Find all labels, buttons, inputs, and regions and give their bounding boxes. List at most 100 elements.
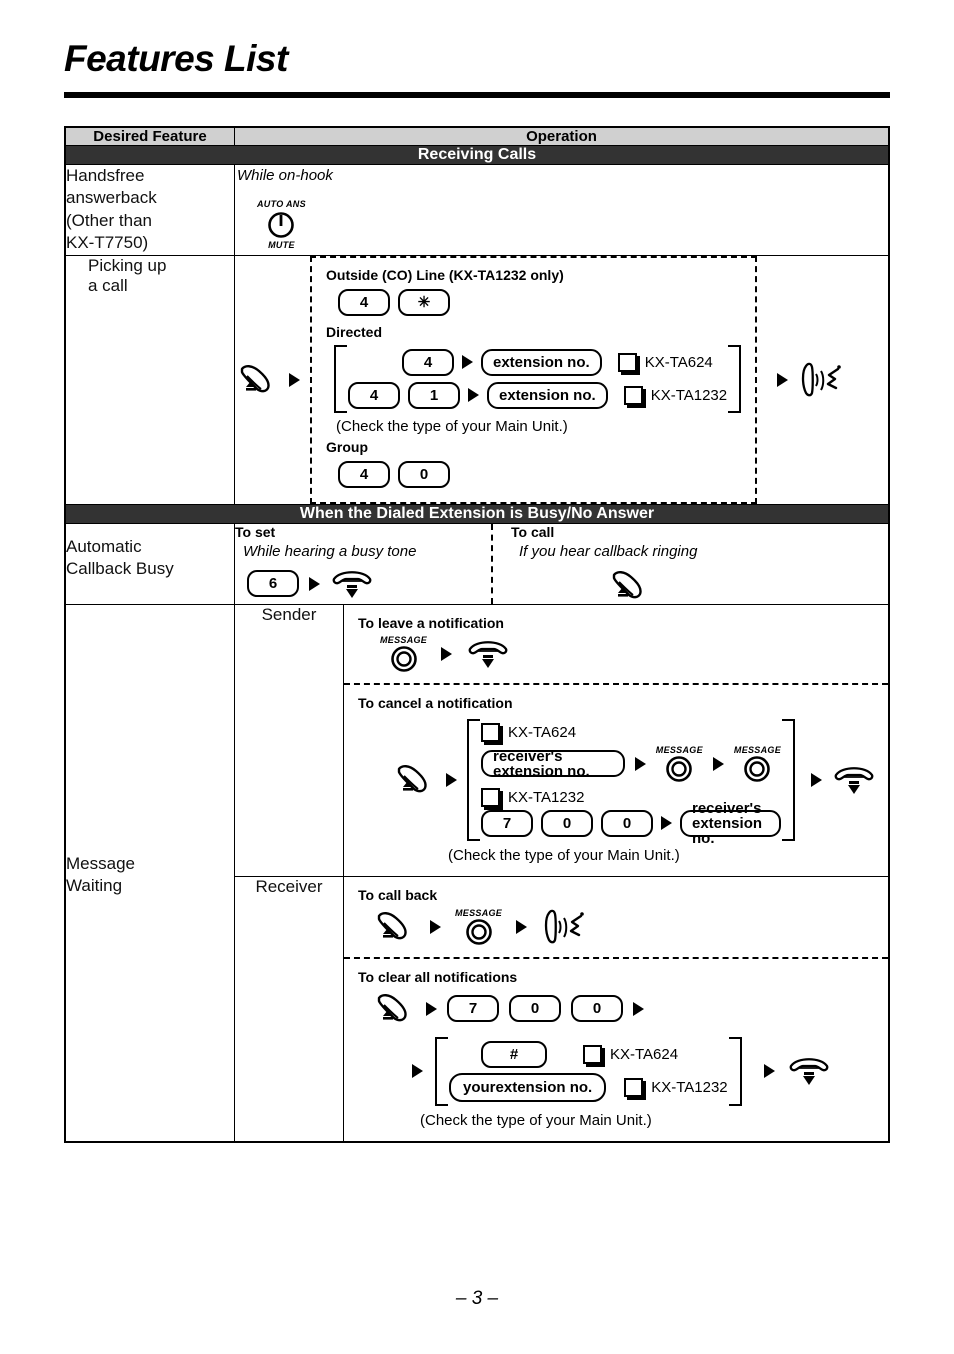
table-row-message-waiting-sender: Message Waiting Sender To leave a notifi…: [64, 603, 890, 1143]
key-hash[interactable]: #: [481, 1040, 547, 1068]
model-option-kx-ta624[interactable]: KX-TA624: [481, 722, 781, 742]
key-0[interactable]: 0: [398, 460, 450, 488]
ring-circle-icon: [744, 755, 771, 782]
message-label: MESSAGE: [733, 744, 781, 755]
key-6[interactable]: 6: [247, 570, 299, 598]
key-7[interactable]: 7: [447, 995, 499, 1023]
operation-handsfree-answerback: While on-hook AUTO ANS MUTE: [234, 164, 890, 256]
message-button-icon[interactable]: MESSAGE: [656, 745, 703, 783]
checkbox-icon[interactable]: [481, 787, 500, 807]
field-extension-no[interactable]: extension no.: [487, 381, 608, 409]
lift-handset-icon: [372, 909, 416, 945]
leave-notification-block: To leave a notification MESSAGE: [344, 605, 888, 683]
arrow-right-icon: [516, 919, 528, 934]
arrow-right-icon: [446, 772, 457, 787]
feature-label-line: a call: [88, 275, 128, 295]
directed-variant-row-b: 4 1 extension no. KX-TA1232: [348, 381, 727, 409]
check-main-unit-note: (Check the type of your Main Unit.): [336, 417, 568, 435]
field-extension-no[interactable]: extension no.: [481, 348, 602, 376]
message-button-icon[interactable]: MESSAGE: [455, 908, 502, 946]
message-button-icon[interactable]: MESSAGE: [734, 745, 781, 783]
picking-up-options-box: Outside (CO) Line (KX-TA1232 only) 4 ✳ D…: [310, 255, 758, 504]
subfeature-receiver: Receiver: [234, 875, 344, 1143]
field-receivers-extension-no[interactable]: receiver's extension no.: [481, 749, 625, 779]
key-4[interactable]: 4: [402, 348, 454, 376]
table-row-handsfree: Handsfree answerback (Other than KX-T775…: [64, 164, 890, 256]
key-0[interactable]: 0: [509, 995, 561, 1023]
document-page: Features List Desired Feature Operation …: [0, 0, 954, 1354]
outside-co-line-heading: Outside (CO) Line (KX-TA1232 only): [326, 266, 564, 283]
checkbox-icon[interactable]: [583, 1044, 602, 1064]
key-7[interactable]: 7: [481, 809, 533, 837]
arrow-right-icon: [441, 646, 453, 661]
operation-automatic-callback-busy: To set While hearing a busy tone 6 To ca…: [234, 522, 890, 605]
to-call-steps: [607, 568, 697, 604]
key-0[interactable]: 0: [601, 809, 653, 837]
model-option-kx-ta624[interactable]: KX-TA624: [617, 352, 713, 372]
ring-circle-icon: [465, 918, 492, 945]
lift-handset-icon: [392, 762, 436, 798]
group-keys: 4 0: [338, 460, 741, 488]
cancel-notification-block: To cancel a notification KX-TA624 receiv…: [344, 685, 888, 876]
hang-up-icon: [466, 638, 510, 670]
arrow-right-icon: [633, 1001, 644, 1016]
cancel-variants-bracket: KX-TA624 receiver's extension no. MESSAG…: [467, 718, 795, 846]
section-band-receiving-calls-row: Receiving Calls: [64, 145, 890, 165]
subfeature-sender: Sender: [234, 603, 344, 877]
key-4[interactable]: 4: [338, 288, 390, 316]
to-call-title: To call: [511, 523, 555, 540]
key-0[interactable]: 0: [571, 995, 623, 1023]
handset-down-glyph: [789, 1058, 829, 1086]
handset-up-glyph: [377, 911, 407, 940]
model-label: KX-TA624: [610, 1045, 679, 1063]
feature-label-line: Message: [66, 853, 135, 873]
directed-heading: Directed: [326, 323, 383, 340]
model-option-kx-ta1232[interactable]: KX-TA1232: [624, 1077, 728, 1097]
lift-handset-icon: [235, 362, 279, 398]
feature-message-waiting: Message Waiting: [64, 603, 235, 1143]
checkbox-icon[interactable]: [624, 1077, 644, 1097]
checkbox-icon[interactable]: [623, 385, 643, 405]
arrow-right-icon: [712, 756, 724, 771]
section-band-busy-no-answer: When the Dialed Extension is Busy/No Ans…: [64, 503, 890, 524]
message-label: MESSAGE: [455, 907, 503, 918]
field-line: your: [463, 1078, 496, 1096]
field-receivers-extension-no[interactable]: receiver's extension no.: [680, 801, 781, 846]
arrow-right-icon: [763, 1064, 775, 1079]
clear-notifications-steps: 7 0 0: [372, 991, 876, 1027]
key-4[interactable]: 4: [338, 460, 390, 488]
feature-label-line: Handsfree: [66, 166, 145, 185]
arrow-right-icon: [777, 372, 789, 387]
message-label: MESSAGE: [380, 634, 428, 645]
condition-while-on-hook: While on-hook: [237, 167, 333, 184]
ring-circle-icon: [390, 645, 417, 672]
power-circle-icon: [268, 212, 295, 238]
field-your-extension-no[interactable]: your extension no.: [449, 1072, 607, 1102]
table-row-picking-up-a-call: Picking up a call Outside (CO) Line (KX-…: [64, 254, 890, 505]
section-band-receiving-calls: Receiving Calls: [64, 145, 890, 165]
model-option-kx-ta1232[interactable]: KX-TA1232: [623, 385, 727, 405]
key-asterisk[interactable]: ✳: [398, 288, 450, 316]
model-option-kx-ta624[interactable]: KX-TA624: [583, 1044, 679, 1064]
checkbox-icon[interactable]: [617, 352, 637, 372]
feature-label-line: Waiting: [66, 876, 123, 896]
feature-label-line: (Other than: [66, 210, 152, 230]
clear-variants-bracket: # KX-TA624 your extension no. KX-TA1232: [435, 1036, 742, 1107]
operation-picking-up-a-call: Outside (CO) Line (KX-TA1232 only) 4 ✳ D…: [234, 254, 890, 505]
features-table: Desired Feature Operation Receiving Call…: [64, 126, 890, 1143]
leave-notification-title: To leave a notification: [358, 614, 504, 631]
check-main-unit-note: (Check the type of your Main Unit.): [420, 1112, 652, 1129]
arrow-right-icon: [634, 756, 646, 771]
key-0[interactable]: 0: [541, 809, 593, 837]
to-call-condition: If you hear callback ringing: [519, 542, 698, 560]
cancel-variant-row-b: 7 0 0 receiver's extension no.: [481, 801, 781, 846]
feature-label-line: Picking up: [88, 255, 167, 275]
call-back-block: To call back MESSAGE: [344, 877, 888, 957]
checkbox-icon[interactable]: [481, 722, 500, 742]
operation-message-waiting-sender: To leave a notification MESSAGE To cance…: [343, 603, 890, 877]
key-4[interactable]: 4: [348, 381, 400, 409]
model-label: KX-TA1232: [651, 1078, 728, 1096]
message-button-icon[interactable]: MESSAGE: [380, 635, 427, 673]
key-1[interactable]: 1: [408, 381, 460, 409]
clear-variant-row-b: your extension no. KX-TA1232: [449, 1072, 728, 1102]
